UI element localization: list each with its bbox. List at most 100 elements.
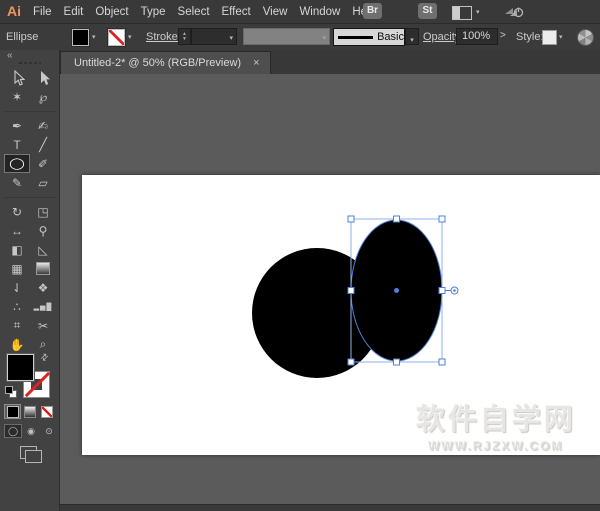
draw-normal-button[interactable]: ◯ xyxy=(4,424,22,438)
drawing-mode-buttons: ◯ ◉ ⊙ xyxy=(4,424,58,438)
selection-handle[interactable] xyxy=(348,288,354,294)
document-tab-bar: Untitled-2* @ 50% (RGB/Preview) × xyxy=(60,50,600,74)
tool-line-segment[interactable]: ╱ xyxy=(30,135,56,154)
stroke-color-swatch[interactable] xyxy=(108,29,125,46)
fill-chevron-icon[interactable]: ▾ xyxy=(92,33,96,41)
fill-indicator[interactable] xyxy=(7,354,34,381)
brush-chevron-button[interactable]: ▾ xyxy=(405,28,419,45)
selection-arrow-icon xyxy=(10,70,25,86)
menu-type[interactable]: Type xyxy=(135,6,172,18)
direct-selection-arrow-icon xyxy=(36,70,51,86)
gradient-icon xyxy=(24,406,36,418)
tool-lasso[interactable]: ℘ xyxy=(30,87,56,106)
document-tab-title: Untitled-2* @ 50% (RGB/Preview) xyxy=(74,57,241,69)
style-chevron-icon[interactable]: ▾ xyxy=(559,33,563,41)
tool-pencil[interactable]: ✎ xyxy=(4,173,30,192)
paint-style-buttons xyxy=(4,404,55,419)
menu-object[interactable]: Object xyxy=(89,6,134,18)
menu-effect[interactable]: Effect xyxy=(216,6,257,18)
app-logo: Ai xyxy=(7,3,21,19)
menu-view[interactable]: View xyxy=(257,6,294,18)
menu-file[interactable]: File xyxy=(27,6,58,18)
menu-bar: Ai File Edit Object Type Select Effect V… xyxy=(0,0,600,24)
tool-slice[interactable]: ✂ xyxy=(30,316,56,335)
control-bar: Ellipse ▾ ▾ Stroke: ▲▼ ▾ ▾ Basic ▾ Opaci… xyxy=(0,24,600,51)
variable-width-profile-dropdown: ▾ xyxy=(243,28,330,45)
illustrator-window: Ai File Edit Object Type Select Effect V… xyxy=(0,0,600,511)
tool-puppet-warp[interactable]: ⚲ xyxy=(30,221,56,240)
stroke-weight-chevron-icon[interactable]: ▾ xyxy=(229,34,233,42)
panel-grip[interactable] xyxy=(19,62,41,64)
tool-gradient[interactable] xyxy=(30,259,56,278)
tool-selection[interactable] xyxy=(4,68,30,87)
color-button[interactable] xyxy=(4,404,21,419)
live-shape-widget-dot xyxy=(453,289,456,292)
swap-fill-stroke-icon[interactable]: ⇄ xyxy=(38,351,51,364)
none-button[interactable] xyxy=(38,404,55,419)
tool-separator xyxy=(4,106,56,112)
tool-artboard[interactable]: ⌗ xyxy=(4,316,30,335)
opacity-expand-button[interactable]: > xyxy=(500,30,506,41)
close-icon[interactable]: × xyxy=(253,57,259,69)
stroke-weight-stepper[interactable]: ▲▼ xyxy=(178,28,191,45)
style-swatch[interactable] xyxy=(542,30,557,45)
default-fill-stroke-icon[interactable] xyxy=(5,386,16,397)
tool-direct-selection[interactable] xyxy=(30,68,56,87)
tool-symbol-sprayer[interactable]: ∴ xyxy=(4,297,30,316)
selection-handle[interactable] xyxy=(439,359,445,365)
draw-inside-button[interactable]: ⊙ xyxy=(40,424,58,438)
selection-handle[interactable] xyxy=(348,359,354,365)
tool-column-graph[interactable]: ▂▅█ xyxy=(30,297,56,316)
tool-magic-wand[interactable]: ✶ xyxy=(4,87,30,106)
tool-scale[interactable]: ◳ xyxy=(30,202,56,221)
gpu-performance-icon[interactable] xyxy=(504,4,524,19)
tool-width[interactable]: ↔ xyxy=(4,221,30,240)
fill-color-swatch[interactable] xyxy=(72,29,89,46)
bridge-button[interactable]: Br xyxy=(363,3,382,19)
tool-type[interactable]: T xyxy=(4,135,30,154)
chevron-down-icon[interactable]: ▾ xyxy=(476,8,480,16)
opacity-field[interactable]: 100% xyxy=(456,28,498,45)
recolor-artwork-icon[interactable] xyxy=(577,29,594,46)
tools-panel: « ✶ ℘ ✒ ✍ T ╱ ◯ ✐ ✎ ▱ ↻ xyxy=(0,50,60,511)
stroke-chevron-icon[interactable]: ▾ xyxy=(128,33,132,41)
tool-pen[interactable]: ✒ xyxy=(4,116,30,135)
selection-handle[interactable] xyxy=(348,216,354,222)
scrollbar-strip[interactable] xyxy=(60,504,600,511)
stroke-weight-field[interactable]: ▾ xyxy=(191,28,237,45)
workspace-layout-icon[interactable] xyxy=(452,6,472,20)
brush-stroke-preview xyxy=(338,36,373,39)
tool-grid: ✶ ℘ ✒ ✍ T ╱ ◯ ✐ ✎ ▱ ↻ ◳ ↔ ⚲ ◧ ◺ ▦ ⇃ ❖ ∴ … xyxy=(4,68,56,354)
canvas-area[interactable]: 软件自学网 WWW.RJZXW.COM xyxy=(60,74,600,511)
tool-eyedropper[interactable]: ⇃ xyxy=(4,278,30,297)
menu-window[interactable]: Window xyxy=(293,6,346,18)
gradient-button[interactable] xyxy=(21,404,38,419)
tool-blend[interactable]: ❖ xyxy=(30,278,56,297)
tool-curvature[interactable]: ✍ xyxy=(30,116,56,135)
selection-handle[interactable] xyxy=(394,216,400,222)
tool-mesh[interactable]: ▦ xyxy=(4,259,30,278)
tool-eraser[interactable]: ▱ xyxy=(30,173,56,192)
menu-select[interactable]: Select xyxy=(172,6,216,18)
collapse-panel-button[interactable]: « xyxy=(7,50,12,61)
tool-rotate[interactable]: ↻ xyxy=(4,202,30,221)
profile-chevron-icon: ▾ xyxy=(322,34,326,42)
stroke-label[interactable]: Stroke: xyxy=(146,31,181,43)
tool-separator xyxy=(4,192,56,198)
stock-button[interactable]: St xyxy=(418,3,437,19)
draw-behind-button[interactable]: ◉ xyxy=(22,424,40,438)
tool-ellipse[interactable]: ◯ xyxy=(4,154,30,173)
menu-edit[interactable]: Edit xyxy=(58,6,90,18)
selection-handle[interactable] xyxy=(439,288,445,294)
brush-definition-dropdown[interactable]: Basic xyxy=(333,28,405,46)
tool-shape-builder[interactable]: ◧ xyxy=(4,240,30,259)
menu-items: File Edit Object Type Select Effect View… xyxy=(27,0,382,23)
selection-handle[interactable] xyxy=(394,359,400,365)
tool-perspective-grid[interactable]: ◺ xyxy=(30,240,56,259)
selection-handle[interactable] xyxy=(439,216,445,222)
artwork-layer xyxy=(60,74,600,511)
document-tab[interactable]: Untitled-2* @ 50% (RGB/Preview) × xyxy=(60,51,271,74)
selection-center-point[interactable] xyxy=(394,288,399,293)
screen-mode-button[interactable] xyxy=(20,446,37,459)
tool-paintbrush[interactable]: ✐ xyxy=(30,154,56,173)
